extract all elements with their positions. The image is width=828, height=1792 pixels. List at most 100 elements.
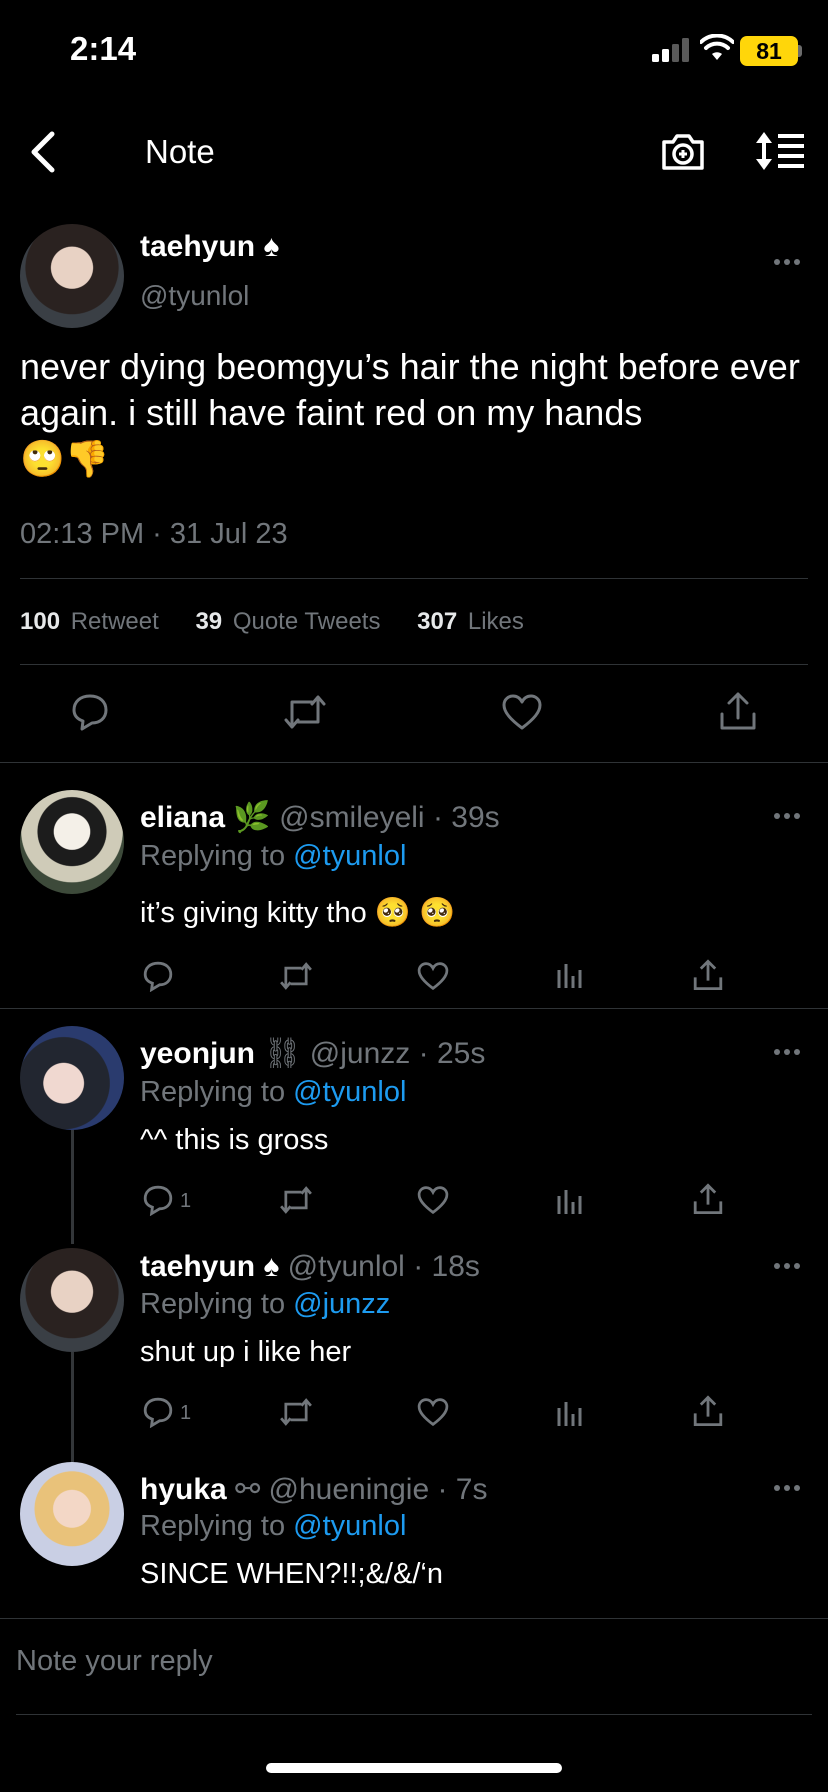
spade-icon: ♠ [263,230,280,263]
home-indicator[interactable] [266,1763,562,1773]
reply-author-handle[interactable]: @tyunlol [288,1250,405,1283]
retweet-count[interactable]: 100 [20,608,60,635]
tweet-timestamp: 02:13 PM · 31 Jul 23 [20,518,288,550]
heart-icon[interactable] [416,960,450,992]
divider [0,1008,828,1009]
bar-chart-icon[interactable] [556,960,584,990]
avatar[interactable] [20,1462,124,1566]
replying-to: Replying to @tyunlol [140,840,406,873]
comment-icon[interactable] [142,960,174,992]
share-icon[interactable] [718,690,758,732]
replying-prefix: Replying to [140,1288,286,1320]
divider [20,578,808,579]
retweet-label[interactable]: Retweet [71,608,159,635]
ellipsis-icon[interactable] [774,806,814,826]
tweet-emojis: 🙄👎 [20,438,110,479]
wifi-icon [700,34,734,60]
avatar[interactable] [20,1026,124,1130]
author-handle[interactable]: @tyunlol [140,280,249,312]
page-title: Note [145,133,215,170]
reply-header: hyuka ⚯ @hueningie · 7s [140,1472,487,1507]
tweet-stats: 100 Retweet 39 Quote Tweets 307 Likes [20,608,528,636]
chevron-left-icon[interactable] [24,128,64,176]
reply-age: · 39s [432,801,500,834]
ellipsis-icon[interactable] [774,1478,814,1498]
reply-header: taehyun ♠ @tyunlol · 18s [140,1250,480,1284]
comment-icon[interactable] [70,692,110,732]
share-icon[interactable] [692,958,724,992]
author-name-text: taehyun [140,230,256,263]
replying-to-link[interactable]: @tyunlol [293,1510,406,1542]
reply-age: · 7s [437,1473,488,1506]
replying-to-link[interactable]: @junzz [293,1288,390,1320]
retweet-icon[interactable] [278,960,314,992]
heart-icon[interactable] [500,692,544,732]
reply-header: yeonjun ⛓ @junzz · 25s [140,1036,485,1071]
replying-to: Replying to @tyunlol [140,1510,406,1543]
link-rings-icon: ⚯ [235,1473,261,1506]
chain-icon: ⛓ [263,1037,302,1070]
replying-to: Replying to @junzz [140,1288,390,1321]
reply-count: 1 [180,1402,192,1424]
heart-icon[interactable] [416,1396,450,1428]
spade-icon: ♠ [263,1250,280,1283]
tweet-text: never dying beomgyu’s hair the night bef… [20,344,820,482]
reply-text: it’s giving kitty tho 🥺 🥺 [140,897,456,929]
thread-line [71,1352,74,1462]
status-time: 2:14 [70,30,137,67]
reply-age: · 18s [413,1250,480,1283]
replying-prefix: Replying to [140,1076,286,1108]
reply-author-name[interactable]: hyuka [140,1473,227,1506]
share-icon[interactable] [692,1394,724,1428]
share-icon[interactable] [692,1182,724,1216]
avatar[interactable] [20,790,124,894]
comment-icon[interactable] [142,1396,174,1428]
reply-author-handle[interactable]: @junzz [310,1037,411,1070]
divider [20,664,808,665]
avatar[interactable] [20,1248,124,1352]
author-name[interactable]: taehyun ♠ [140,230,279,264]
quote-count[interactable]: 39 [195,608,222,635]
bar-chart-icon[interactable] [556,1186,584,1216]
ellipsis-icon[interactable] [774,252,814,272]
divider [0,1618,828,1619]
sort-list-icon[interactable] [754,130,806,172]
replying-to-link[interactable]: @tyunlol [293,1076,406,1108]
divider [16,1714,812,1715]
reply-text: ^^ this is gross [140,1124,329,1156]
quote-label[interactable]: Quote Tweets [233,608,381,635]
signal-icon [652,38,689,62]
replying-to-link[interactable]: @tyunlol [293,840,406,872]
tweet-text-body: never dying beomgyu’s hair the night bef… [20,346,800,433]
heart-icon[interactable] [416,1184,450,1216]
reply-author-name[interactable]: taehyun [140,1250,255,1283]
avatar[interactable] [20,224,124,328]
reply-author-name[interactable]: yeonjun [140,1037,255,1070]
reply-author-handle[interactable]: @smileyeli [279,801,424,834]
replying-prefix: Replying to [140,840,286,872]
retweet-icon[interactable] [278,1184,314,1216]
battery-tip [798,45,802,57]
reply-author-name[interactable]: eliana [140,801,225,834]
camera-plus-icon[interactable] [660,130,706,172]
ellipsis-icon[interactable] [774,1256,814,1276]
reply-input[interactable]: Note your reply [16,1645,213,1678]
likes-count[interactable]: 307 [417,608,457,635]
retweet-icon[interactable] [282,692,328,732]
reply-age: · 25s [418,1037,486,1070]
likes-label[interactable]: Likes [468,608,524,635]
retweet-icon[interactable] [278,1396,314,1428]
battery-indicator: 81 [740,36,798,66]
leaf-icon: 🌿 [233,801,271,834]
reply-author-handle[interactable]: @hueningie [269,1473,430,1506]
thread-line [71,1124,74,1244]
comment-icon[interactable] [142,1184,174,1216]
bar-chart-icon[interactable] [556,1398,584,1428]
reply-text: shut up i like her [140,1336,352,1368]
divider [0,762,828,763]
replying-to: Replying to @tyunlol [140,1076,406,1109]
reply-text: SINCE WHEN?!!;&/&/‘n [140,1558,443,1590]
replying-prefix: Replying to [140,1510,286,1542]
ellipsis-icon[interactable] [774,1042,814,1062]
reply-header: eliana 🌿 @smileyeli · 39s [140,800,500,835]
